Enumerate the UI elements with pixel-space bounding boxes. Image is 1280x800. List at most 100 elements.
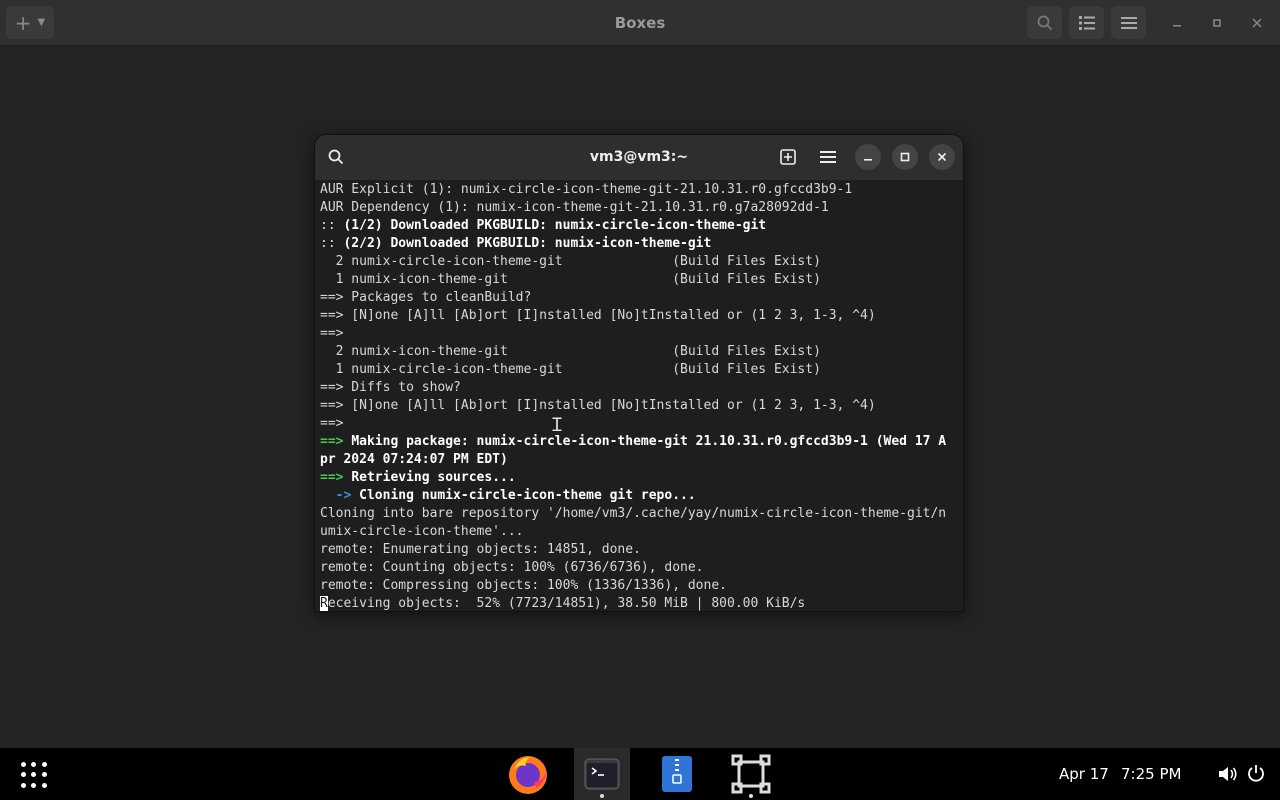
terminal-text: Cloning numix-circle-icon-theme git repo… [359, 488, 696, 503]
terminal-text: ==> [N]one [A]ll [Ab]ort [I]nstalled [No… [320, 308, 876, 323]
terminal-text: remote: Counting objects: 100% (6736/673… [320, 560, 704, 575]
terminal-text: eceiving objects: 52% (7723/14851), 38.5… [327, 596, 806, 611]
menu-icon [1120, 16, 1137, 29]
terminal-text: 1 numix-circle-icon-theme-git (Build Fil… [320, 362, 821, 377]
terminal-icon [584, 758, 620, 790]
minimize-icon [864, 159, 872, 161]
new-tab-icon [780, 149, 796, 165]
file-manager-icon [662, 756, 692, 792]
terminal-line: umix-circle-icon-theme'... [320, 523, 963, 541]
terminal-text: remote: Enumerating objects: 14851, done… [320, 542, 641, 557]
new-machine-button[interactable]: + ▼ [6, 6, 54, 39]
terminal-line: 2 numix-icon-theme-git (Build Files Exis… [320, 343, 963, 361]
terminal-line: :: (2/2) Downloaded PKGBUILD: numix-icon… [320, 235, 963, 253]
maximize-icon [900, 152, 910, 162]
boxes-icon [731, 754, 771, 794]
dock-file-manager[interactable] [649, 748, 705, 800]
terminal-text: (2/2) Downloaded PKGBUILD: numix-icon-th… [343, 236, 712, 251]
menu-icon [820, 151, 836, 163]
terminal-line: ==> Retrieving sources... [320, 469, 963, 487]
terminal-line: remote: Compressing objects: 100% (1336/… [320, 577, 963, 595]
terminal-line: pr 2024 07:24:07 PM EDT) [320, 451, 963, 469]
terminal-line: ==> [320, 415, 963, 433]
terminal-maximize-button[interactable] [892, 144, 918, 170]
terminal-text: ==> [320, 416, 352, 431]
terminal-line: remote: Enumerating objects: 14851, done… [320, 541, 963, 559]
add-icon: + [14, 10, 32, 35]
terminal-line: ==> [320, 325, 963, 343]
firefox-icon [509, 756, 547, 794]
terminal-text: 2 numix-icon-theme-git (Build Files Exis… [320, 344, 821, 359]
terminal-line: ==> Packages to cleanBuild? [320, 289, 963, 307]
terminal-text: Making package: numix-circle-icon-theme-… [351, 434, 947, 449]
terminal-line: -> Cloning numix-circle-icon-theme git r… [320, 487, 963, 505]
terminal-line: remote: Counting objects: 100% (6736/673… [320, 559, 963, 577]
terminal-line: 1 numix-icon-theme-git (Build Files Exis… [320, 271, 963, 289]
terminal-text: umix-circle-icon-theme'... [320, 524, 524, 539]
terminal-text: ==> [320, 470, 352, 485]
boxes-close-button[interactable] [1246, 12, 1268, 34]
list-view-button[interactable] [1069, 6, 1104, 39]
terminal-menu-button[interactable] [815, 144, 841, 170]
panel-time[interactable]: 7:25 PM [1121, 748, 1181, 800]
desktop-panel: Apr 17 7:25 PM [0, 748, 1280, 800]
new-tab-button[interactable] [775, 144, 801, 170]
chevron-down-icon: ▼ [37, 17, 46, 28]
terminal-text: ==> [N]one [A]ll [Ab]ort [I]nstalled [No… [320, 398, 876, 413]
terminal-text: ==> Packages to cleanBuild? [320, 290, 532, 305]
terminal-line: ==> [N]one [A]ll [Ab]ort [I]nstalled [No… [320, 397, 963, 415]
power-icon[interactable] [1247, 764, 1265, 786]
terminal-window[interactable]: vm3@vm3:~ AUR Explicit (1): numix-circle… [314, 134, 964, 612]
terminal-text: Retrieving sources... [351, 470, 516, 485]
boxes-headerbar: + ▼ Boxes [0, 0, 1280, 46]
main-menu-button[interactable] [1111, 6, 1146, 39]
terminal-text: ==> [320, 434, 352, 449]
terminal-text: :: [320, 236, 344, 251]
list-view-icon [1078, 15, 1095, 30]
terminal-text: ==> Diffs to show? [320, 380, 461, 395]
terminal-line: Receiving objects: 52% (7723/14851), 38.… [320, 595, 963, 611]
terminal-text: 2 numix-circle-icon-theme-git (Build Fil… [320, 254, 821, 269]
terminal-output[interactable]: AUR Explicit (1): numix-circle-icon-them… [320, 180, 963, 611]
terminal-close-button[interactable] [929, 144, 955, 170]
terminal-line: ==> Making package: numix-circle-icon-th… [320, 433, 963, 451]
terminal-text: -> [320, 488, 360, 503]
dock-terminal[interactable] [574, 748, 630, 800]
search-button[interactable] [1027, 6, 1062, 39]
terminal-text: (1/2) Downloaded PKGBUILD: numix-circle-… [343, 218, 767, 233]
terminal-line: AUR Dependency (1): numix-icon-theme-git… [320, 199, 963, 217]
volume-icon[interactable] [1218, 765, 1238, 787]
terminal-headerbar: vm3@vm3:~ [315, 135, 963, 180]
terminal-line: 1 numix-circle-icon-theme-git (Build Fil… [320, 361, 963, 379]
dock-firefox[interactable] [500, 748, 556, 800]
maximize-icon [1213, 19, 1221, 27]
terminal-line: ==> [N]one [A]ll [Ab]ort [I]nstalled [No… [320, 307, 963, 325]
terminal-line: :: (1/2) Downloaded PKGBUILD: numix-circ… [320, 217, 963, 235]
terminal-text: :: [320, 218, 344, 233]
terminal-text: AUR Explicit (1): numix-circle-icon-them… [320, 182, 853, 197]
minimize-icon [1173, 25, 1181, 27]
apps-grid-icon[interactable] [20, 761, 48, 789]
panel-date[interactable]: Apr 17 [1059, 748, 1109, 800]
terminal-minimize-button[interactable] [855, 144, 881, 170]
boxes-maximize-button[interactable] [1206, 12, 1228, 34]
search-icon [1037, 15, 1052, 30]
boxes-minimize-button[interactable] [1166, 12, 1188, 34]
terminal-text: remote: Compressing objects: 100% (1336/… [320, 578, 727, 593]
dock-boxes[interactable] [723, 748, 779, 800]
terminal-line: Cloning into bare repository '/home/vm3/… [320, 505, 963, 523]
terminal-text: pr 2024 07:24:07 PM EDT) [320, 452, 508, 467]
running-indicator [749, 794, 753, 798]
close-icon [937, 152, 947, 162]
terminal-cursor: R [320, 596, 328, 611]
terminal-line: ==> Diffs to show? [320, 379, 963, 397]
terminal-text: 1 numix-icon-theme-git (Build Files Exis… [320, 272, 821, 287]
terminal-text: Cloning into bare repository '/home/vm3/… [320, 506, 947, 521]
terminal-line: 2 numix-circle-icon-theme-git (Build Fil… [320, 253, 963, 271]
active-indicator [600, 794, 604, 798]
text-cursor-icon: Ｉ [548, 415, 566, 436]
terminal-line: AUR Explicit (1): numix-circle-icon-them… [320, 181, 963, 199]
terminal-text: AUR Dependency (1): numix-icon-theme-git… [320, 200, 829, 215]
close-icon [1252, 18, 1262, 28]
terminal-text: ==> [320, 326, 352, 341]
